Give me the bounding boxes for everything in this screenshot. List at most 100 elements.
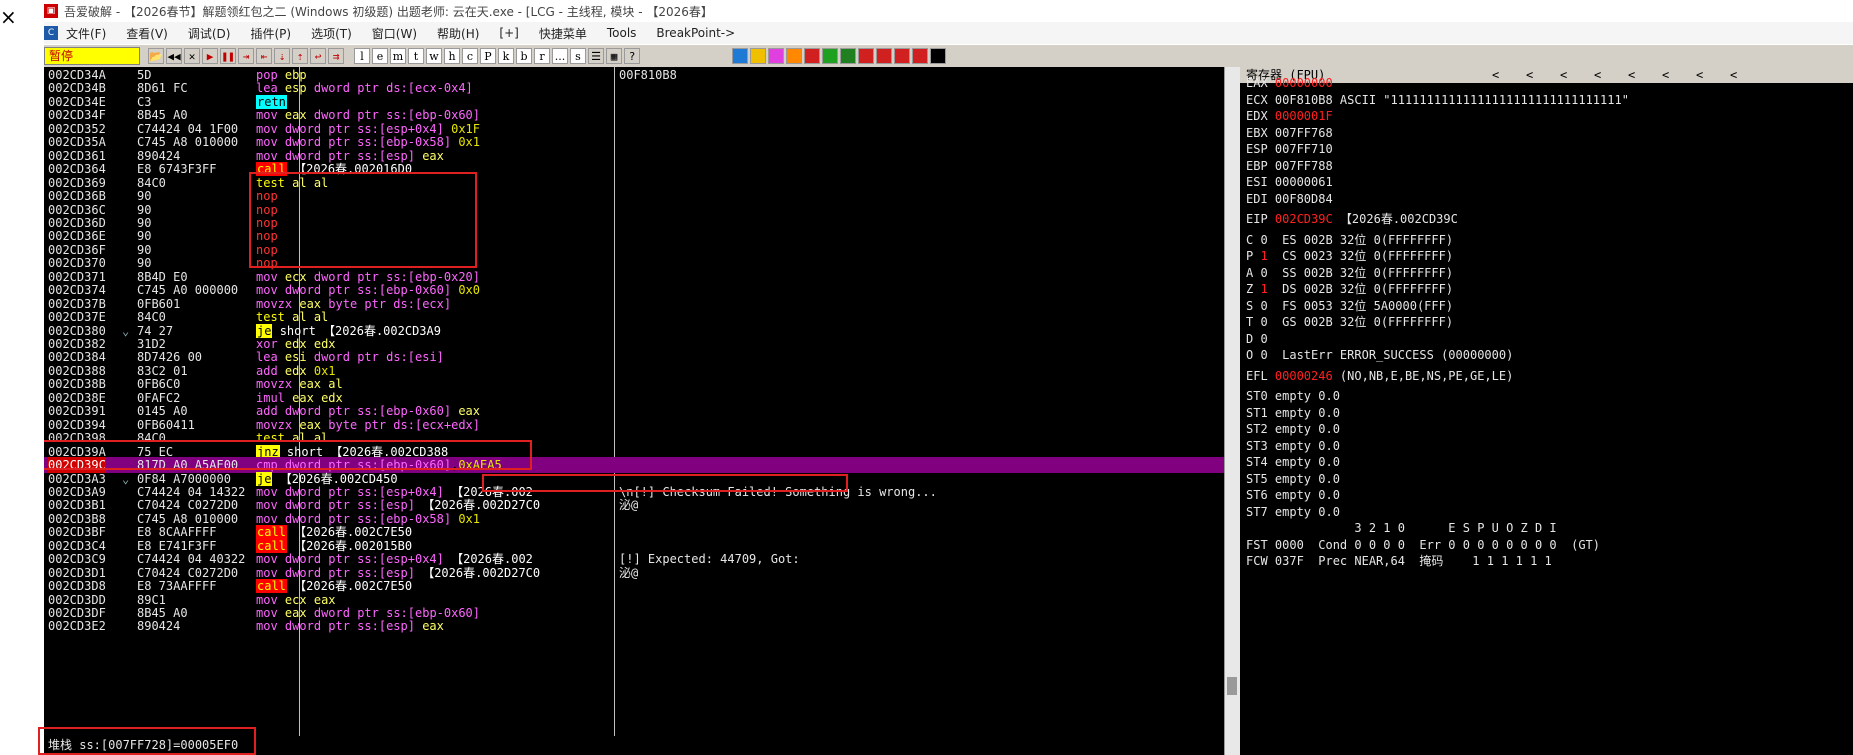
- cpu-window-icon[interactable]: C: [44, 26, 58, 40]
- register-value[interactable]: 007FF710: [1275, 142, 1333, 156]
- close-icon[interactable]: ×: [0, 7, 18, 27]
- menu-item[interactable]: 帮助(H): [437, 25, 479, 42]
- register-value[interactable]: 002CD39C: [1275, 212, 1333, 226]
- left-arrow-icon[interactable]: <: [1662, 67, 1669, 83]
- register-value[interactable]: 007FF788: [1275, 159, 1333, 173]
- register-value[interactable]: 00F80D84: [1275, 192, 1333, 206]
- register-line[interactable]: ST4 empty 0.0: [1246, 454, 1340, 470]
- toolbar-button[interactable]: ◀◀: [166, 48, 182, 64]
- register-line[interactable]: ST2 empty 0.0: [1246, 421, 1340, 437]
- plugin-icon[interactable]: [840, 48, 856, 64]
- menu-item[interactable]: 查看(V): [126, 25, 168, 42]
- register-line[interactable]: FST 0000 Cond 0 0 0 0 Err 0 0 0 0 0 0 0 …: [1246, 537, 1600, 553]
- scrollbar-thumb[interactable]: [1227, 677, 1237, 695]
- plugin-icon[interactable]: [768, 48, 784, 64]
- window-button-w[interactable]: w: [426, 48, 442, 64]
- registers-pane[interactable]: 寄存器 (FPU) < < < < < < < < EAX 00000000 ECX 00F81…: [1240, 67, 1853, 755]
- toolbar-button[interactable]: ⇡: [292, 48, 308, 64]
- menu-item[interactable]: 选项(T): [311, 25, 352, 42]
- register-line[interactable]: EIP 002CD39C 【2026春.002CD39C: [1246, 211, 1458, 227]
- left-arrow-icon[interactable]: <: [1560, 67, 1567, 83]
- cpu-scrollbar[interactable]: [1224, 67, 1241, 755]
- toolbar-button[interactable]: ❚❚: [220, 48, 236, 64]
- register-value[interactable]: 1: [1260, 282, 1267, 296]
- menu-item[interactable]: 插件(P): [250, 25, 291, 42]
- register-value[interactable]: 00F810B8: [1275, 93, 1333, 107]
- toolbar-button[interactable]: ⇣: [274, 48, 290, 64]
- register-line[interactable]: S 0 FS 0053 32位 5A0000(FFF): [1246, 298, 1453, 314]
- register-line[interactable]: EBX 007FF768: [1246, 125, 1333, 141]
- register-value[interactable]: 00000000: [1275, 76, 1333, 90]
- register-line[interactable]: 3 2 1 0 E S P U O Z D I: [1246, 520, 1556, 536]
- register-line[interactable]: D 0: [1246, 331, 1268, 347]
- register-line[interactable]: EBP 007FF788: [1246, 158, 1333, 174]
- menu-item[interactable]: 快捷菜单: [539, 25, 587, 42]
- menu-item[interactable]: 文件(F): [66, 25, 106, 42]
- plugin-icon[interactable]: [822, 48, 838, 64]
- menu-item[interactable]: 窗口(W): [372, 25, 417, 42]
- left-arrow-icon[interactable]: <: [1492, 67, 1499, 83]
- register-line[interactable]: ESI 00000061: [1246, 174, 1333, 190]
- menu-item[interactable]: Tools: [607, 26, 637, 40]
- register-line[interactable]: EDI 00F80D84: [1246, 191, 1333, 207]
- register-line[interactable]: O 0 LastErr ERROR_SUCCESS (00000000): [1246, 347, 1513, 363]
- plugin-icon[interactable]: [732, 48, 748, 64]
- register-line[interactable]: C 0 ES 002B 32位 0(FFFFFFFF): [1246, 232, 1453, 248]
- window-button-c[interactable]: c: [462, 48, 478, 64]
- plugin-icon[interactable]: [750, 48, 766, 64]
- register-line[interactable]: ST0 empty 0.0: [1246, 388, 1340, 404]
- register-line[interactable]: ST1 empty 0.0: [1246, 405, 1340, 421]
- toolbar-button[interactable]: ✕: [184, 48, 200, 64]
- register-value[interactable]: 0000001F: [1275, 109, 1333, 123]
- window-button-l[interactable]: l: [354, 48, 370, 64]
- register-line[interactable]: ECX 00F810B8 ASCII "11111111111111111111…: [1246, 92, 1629, 108]
- register-line[interactable]: T 0 GS 002B 32位 0(FFFFFFFF): [1246, 314, 1453, 330]
- register-line[interactable]: EAX 00000000: [1246, 75, 1333, 91]
- toolbar-button[interactable]: ⇉: [328, 48, 344, 64]
- register-value[interactable]: 1: [1260, 249, 1267, 263]
- register-line[interactable]: FCW 037F Prec NEAR,64 掩码 1 1 1 1 1 1: [1246, 553, 1552, 569]
- plugin-icon[interactable]: [912, 48, 928, 64]
- toolbar-extra-button[interactable]: ▦: [606, 48, 622, 64]
- register-line[interactable]: ST5 empty 0.0: [1246, 471, 1340, 487]
- window-button-t[interactable]: t: [408, 48, 424, 64]
- left-arrow-icon[interactable]: <: [1730, 67, 1737, 83]
- window-button-k[interactable]: k: [498, 48, 514, 64]
- toolbar-button[interactable]: ▶: [202, 48, 218, 64]
- toolbar-button[interactable]: 📂: [148, 48, 164, 64]
- register-value[interactable]: 00000246: [1275, 369, 1333, 383]
- plugin-icon[interactable]: [894, 48, 910, 64]
- window-button-b[interactable]: b: [516, 48, 532, 64]
- window-button-P[interactable]: P: [480, 48, 496, 64]
- cpu-disassembly-pane[interactable]: 002CD34A 5D pop ebp 00F810B8 002CD34B 8D61 FC…: [44, 67, 1224, 736]
- toolbar-button[interactable]: ⇥: [238, 48, 254, 64]
- plugin-icon[interactable]: [786, 48, 802, 64]
- toolbar-button[interactable]: ⇤: [256, 48, 272, 64]
- left-arrow-icon[interactable]: <: [1526, 67, 1533, 83]
- disasm-row[interactable]: 002CD3E2 890424 mov dword ptr ss:[esp],eax: [44, 618, 1224, 634]
- window-button-r[interactable]: r: [534, 48, 550, 64]
- toolbar-extra-button[interactable]: ☰: [588, 48, 604, 64]
- register-line[interactable]: P 1 CS 0023 32位 0(FFFFFFFF): [1246, 248, 1453, 264]
- toolbar-button[interactable]: ↩: [310, 48, 326, 64]
- plugin-icon[interactable]: [804, 48, 820, 64]
- register-value[interactable]: 00000061: [1275, 175, 1333, 189]
- toolbar-extra-button[interactable]: ?: [624, 48, 640, 64]
- register-line[interactable]: EFL 00000246 (NO,NB,E,BE,NS,PE,GE,LE): [1246, 368, 1513, 384]
- window-button-h[interactable]: h: [444, 48, 460, 64]
- register-line[interactable]: ST7 empty 0.0: [1246, 504, 1340, 520]
- register-line[interactable]: ST6 empty 0.0: [1246, 487, 1340, 503]
- register-line[interactable]: Z 1 DS 002B 32位 0(FFFFFFFF): [1246, 281, 1453, 297]
- plugin-icon[interactable]: [858, 48, 874, 64]
- register-line[interactable]: A 0 SS 002B 32位 0(FFFFFFFF): [1246, 265, 1453, 281]
- plugin-icon[interactable]: [930, 48, 946, 64]
- register-line[interactable]: EDX 0000001F: [1246, 108, 1333, 124]
- left-arrow-icon[interactable]: <: [1628, 67, 1635, 83]
- plugin-icon[interactable]: [876, 48, 892, 64]
- window-button-m[interactable]: m: [390, 48, 406, 64]
- window-button-dots[interactable]: ...: [552, 48, 568, 64]
- menu-item[interactable]: BreakPoint->: [656, 26, 735, 40]
- menu-item[interactable]: [+]: [499, 26, 518, 40]
- left-arrow-icon[interactable]: <: [1696, 67, 1703, 83]
- register-line[interactable]: ST3 empty 0.0: [1246, 438, 1340, 454]
